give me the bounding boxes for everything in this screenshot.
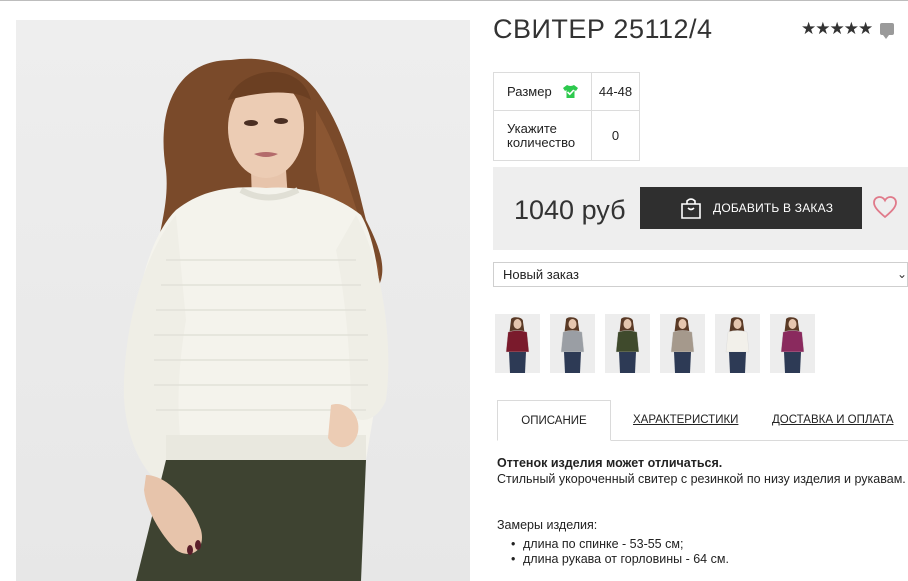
description-text: Стильный укороченный свитер с резинкой п… xyxy=(497,472,906,486)
add-to-order-button[interactable]: ДОБАВИТЬ В ЗАКАЗ xyxy=(640,187,862,229)
product-description: Оттенок изделия может отличаться. Стильн… xyxy=(497,455,908,567)
size-label: Размер xyxy=(507,84,552,99)
thumbnail-image xyxy=(715,314,760,373)
product-price: 1040 руб xyxy=(514,195,626,225)
color-variant-thumbnail[interactable] xyxy=(660,314,705,373)
list-item: длина по спинке - 53-55 см; xyxy=(511,537,908,552)
color-variant-thumbnail[interactable] xyxy=(550,314,595,373)
size-chart-icon[interactable] xyxy=(563,85,579,98)
size-cell: Размер xyxy=(493,72,592,111)
description-note: Оттенок изделия может отличаться. xyxy=(497,456,723,470)
color-variants xyxy=(495,314,825,373)
measures-list: длина по спинке - 53-55 см; длина рукава… xyxy=(497,537,908,567)
color-variant-thumbnail[interactable] xyxy=(495,314,540,373)
color-variant-thumbnail[interactable] xyxy=(715,314,760,373)
product-rating[interactable]: ★ ★ ★ ★ ★ xyxy=(801,20,895,39)
heart-icon[interactable] xyxy=(872,195,898,219)
order-select[interactable]: Новый заказ ⌄ xyxy=(493,262,908,287)
order-select-value: Новый заказ xyxy=(503,267,579,282)
top-divider xyxy=(0,0,908,1)
star-icon[interactable]: ★ xyxy=(830,20,845,38)
list-item: длина рукава от горловины - 64 см. xyxy=(511,552,908,567)
color-variant-thumbnail[interactable] xyxy=(605,314,650,373)
size-row: Размер 44-48 xyxy=(493,72,640,111)
quantity-label: Укажите количество xyxy=(493,110,592,161)
tab-characteristics[interactable]: ХАРАКТЕРИСТИКИ xyxy=(633,400,738,441)
product-options-table: Размер 44-48 Укажите количество 0 xyxy=(493,72,640,161)
product-title: СВИТЕР 25112/4 xyxy=(493,14,713,44)
quantity-row: Укажите количество 0 xyxy=(493,110,640,161)
size-value[interactable]: 44-48 xyxy=(591,72,640,111)
thumbnail-image xyxy=(495,314,540,373)
star-icon[interactable]: ★ xyxy=(815,20,830,38)
thumbnail-image xyxy=(770,314,815,373)
thumbnail-image xyxy=(660,314,705,373)
quantity-input[interactable]: 0 xyxy=(591,110,640,161)
measures-title: Замеры изделия: xyxy=(497,518,598,532)
add-to-order-label: ДОБАВИТЬ В ЗАКАЗ xyxy=(713,201,834,215)
product-main-photo[interactable] xyxy=(16,20,470,581)
chevron-down-icon: ⌄ xyxy=(896,267,907,281)
color-variant-thumbnail[interactable] xyxy=(770,314,815,373)
tab-description[interactable]: ОПИСАНИЕ xyxy=(497,400,611,441)
thumbnail-image xyxy=(550,314,595,373)
star-icon[interactable]: ★ xyxy=(858,20,873,38)
shopping-bag-icon xyxy=(681,198,701,219)
star-icon[interactable]: ★ xyxy=(844,20,859,38)
comment-icon[interactable] xyxy=(880,23,895,39)
thumbnail-image xyxy=(605,314,650,373)
star-icon[interactable]: ★ xyxy=(801,20,816,38)
tab-delivery-payment[interactable]: ДОСТАВКА И ОПЛАТА xyxy=(772,400,894,441)
buy-panel: 1040 руб ДОБАВИТЬ В ЗАКАЗ xyxy=(493,167,908,250)
product-tabs: ОПИСАНИЕ ХАРАКТЕРИСТИКИ ДОСТАВКА И ОПЛАТ… xyxy=(497,400,908,441)
